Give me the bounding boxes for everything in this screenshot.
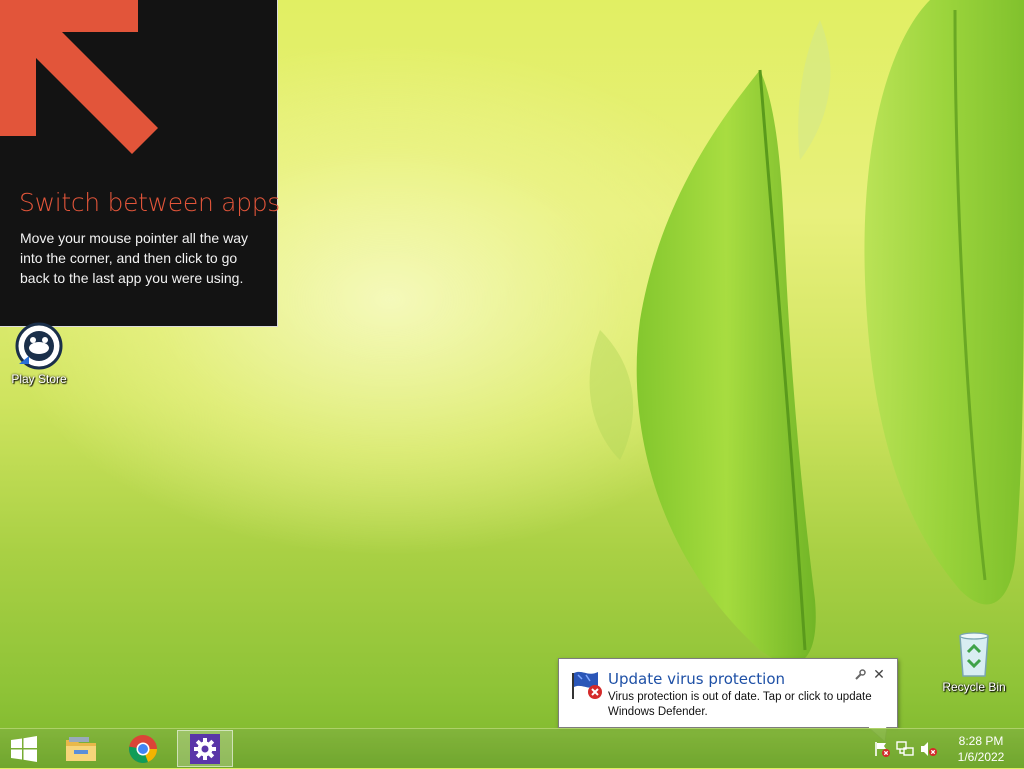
clock-time: 8:28 PM [958,734,1004,748]
notification-message: Virus protection is out of date. Tap or … [608,691,872,718]
defender-notification[interactable]: Update virus protection Virus protection… [558,658,898,728]
play-store-icon [15,322,63,370]
switch-apps-tip: Switch between apps Move your mouse poin… [0,0,281,327]
tray-volume[interactable] [918,729,940,769]
desktop-icon-label: Recycle Bin [942,680,1006,694]
start-button[interactable] [0,730,48,767]
folder-icon [66,736,96,761]
network-icon [896,741,914,756]
action-center-flag-icon [875,742,890,757]
recycle-bin-icon [959,632,989,677]
chrome-icon [129,734,157,763]
volume-muted-icon [921,742,937,756]
close-button[interactable]: ✕ [872,666,886,683]
tip-body: Move your mouse pointer all the way into… [20,230,248,286]
tray-action-center[interactable] [871,729,893,769]
desktop-icon-play-store[interactable]: Play Store [3,322,75,386]
windows-logo-icon [11,735,37,762]
taskbar-file-explorer[interactable] [53,730,109,767]
defender-flag-icon [572,671,602,699]
tip-title: Switch between apps [19,188,281,217]
options-icon[interactable] [854,669,866,681]
tray-network[interactable] [894,729,916,769]
taskbar-settings[interactable] [177,730,233,767]
clock-date: 1/6/2022 [957,750,1005,764]
taskbar-chrome[interactable] [115,730,171,767]
notification-title: Update virus protection [608,670,786,688]
desktop-icon-label: Play Store [11,372,67,386]
corner-arrow-icon [0,0,158,154]
taskbar-clock[interactable]: 8:28 PM 1/6/2022 [948,733,1014,765]
gear-icon [190,733,220,764]
desktop-icon-recycle-bin[interactable]: Recycle Bin [938,630,1010,694]
taskbar: 8:28 PM 1/6/2022 [0,728,1024,768]
